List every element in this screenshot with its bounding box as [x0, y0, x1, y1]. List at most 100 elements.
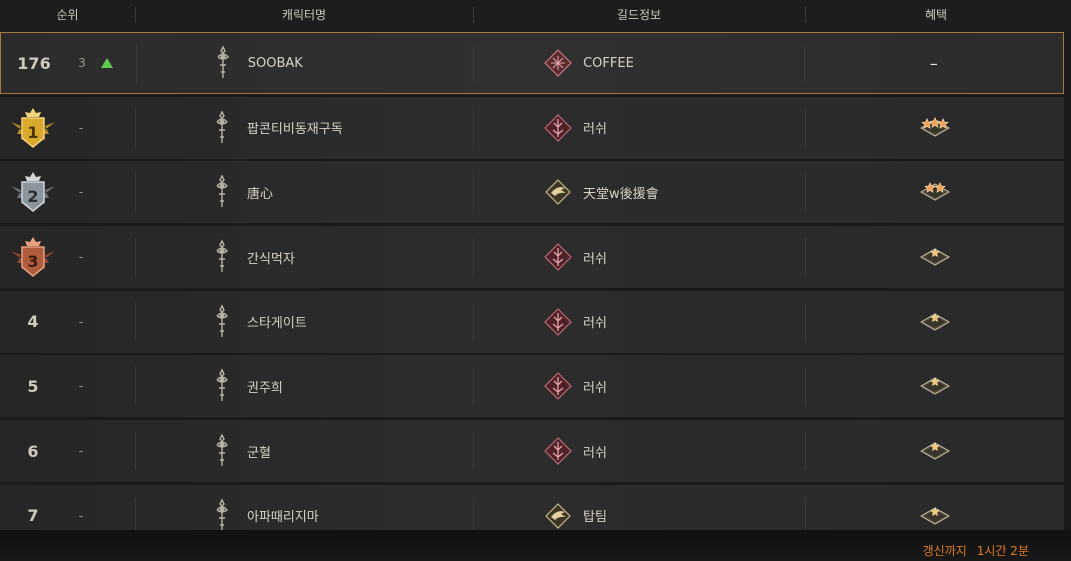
- guild-emblem-icon: [545, 179, 571, 206]
- guild-name: 러쉬: [583, 380, 607, 396]
- rank-change: -: [78, 185, 84, 200]
- benefit-cell: [805, 291, 1064, 353]
- character-name: 스타게이트: [247, 316, 307, 332]
- benefit-stars-icon: [919, 502, 951, 530]
- rank-cell: 4 -: [0, 291, 135, 353]
- guild-name: 러쉬: [583, 122, 607, 138]
- benefit-stars-icon: [919, 114, 951, 142]
- rank-change: -: [78, 444, 84, 459]
- class-icon: [211, 110, 233, 146]
- footer: 갱신까지 1시간 2분: [0, 530, 1071, 561]
- benefit-cell: [805, 97, 1064, 159]
- rank-up-arrow-icon: [101, 58, 113, 68]
- ranking-row[interactable]: 6 - 군혈 러쉬: [0, 420, 1064, 483]
- guild-emblem-icon: [544, 307, 572, 336]
- benefit-stars-icon: [919, 308, 951, 336]
- rank-number: 176: [17, 53, 51, 73]
- character-name: 간식먹자: [247, 251, 295, 267]
- benefit-cell: [805, 355, 1064, 417]
- character-cell: 간식먹자: [135, 226, 473, 288]
- guild-emblem-icon: [545, 502, 571, 529]
- character-name: SOOBAK: [247, 55, 303, 71]
- rank-change: -: [78, 379, 84, 394]
- guild-name: 러쉬: [583, 445, 607, 461]
- benefit-stars-icon: [919, 437, 951, 465]
- ranking-row[interactable]: 4 - 스타게이트 러쉬: [0, 290, 1064, 353]
- header-benefit: 혜택: [805, 0, 1067, 30]
- benefit-stars-icon: [919, 243, 951, 271]
- class-icon: [211, 368, 233, 404]
- rank-cell: 1 -: [0, 97, 135, 159]
- header-character: 캐릭터명: [135, 0, 473, 30]
- guild-name: 러쉬: [583, 316, 607, 332]
- svg-text:3: 3: [27, 252, 38, 271]
- rank-cell: 6 -: [0, 420, 135, 482]
- benefit-cell: [805, 420, 1064, 482]
- refresh-timer: 갱신까지 1시간 2분: [913, 542, 1029, 559]
- benefit-cell: [805, 161, 1064, 223]
- rank-number: 7: [27, 506, 39, 526]
- class-icon: [211, 498, 233, 534]
- character-cell: 스타게이트: [135, 291, 473, 353]
- guild-cell: 러쉬: [473, 355, 805, 417]
- ranking-header: 순위 캐릭터명 길드정보 혜택: [0, 0, 1071, 30]
- rank-change: -: [78, 120, 84, 135]
- svg-text:1: 1: [27, 123, 38, 142]
- character-cell: SOOBAK: [135, 33, 473, 93]
- ranking-row[interactable]: 5 - 권주희 러쉬: [0, 355, 1064, 418]
- rank-number: 4: [27, 312, 39, 332]
- rank-change: -: [78, 314, 84, 329]
- silver-medal-icon: 2: [0, 168, 66, 216]
- class-icon: [211, 304, 233, 340]
- gold-medal-icon: 1: [0, 104, 66, 152]
- no-benefit: –: [929, 53, 938, 73]
- rank-cell: 5 -: [0, 355, 135, 417]
- guild-cell: COFFEE: [473, 33, 804, 93]
- character-cell: 군혈: [135, 420, 473, 482]
- guild-cell: 러쉬: [473, 226, 805, 288]
- rank-cell: 3 -: [0, 226, 135, 288]
- rank-change: -: [78, 508, 84, 523]
- refresh-time: 1시간 2분: [976, 544, 1029, 558]
- ranking-row[interactable]: 2 - 唐心 天堂w後援會: [0, 161, 1064, 224]
- guild-name: 러쉬: [583, 251, 607, 267]
- rank-change: 3: [78, 56, 86, 70]
- benefit-cell: –: [804, 33, 1063, 93]
- character-name: 아파때리지마: [247, 510, 319, 526]
- guild-emblem-icon: [544, 437, 572, 465]
- class-icon: [212, 45, 234, 81]
- guild-emblem-icon: [544, 243, 572, 271]
- guild-name: 탑팀: [583, 510, 607, 526]
- class-icon: [211, 239, 233, 275]
- header-guild: 길드정보: [473, 0, 805, 30]
- benefit-cell: [805, 226, 1064, 288]
- guild-name: COFFEE: [583, 55, 634, 71]
- guild-cell: 러쉬: [473, 97, 805, 159]
- scrollbar[interactable]: [1064, 30, 1071, 530]
- guild-cell: 러쉬: [473, 420, 805, 482]
- ranking-list: 176 3 SOOBAK COFFEE – 1 - 팝콘티비동재구독 러쉬 2 …: [0, 32, 1064, 550]
- guild-emblem-icon: [544, 49, 572, 77]
- benefit-stars-icon: [919, 178, 951, 206]
- benefit-stars-icon: [919, 372, 951, 400]
- ranking-row[interactable]: 3 - 간식먹자 러쉬: [0, 226, 1064, 289]
- bronze-medal-icon: 3: [0, 233, 66, 281]
- character-name: 唐心: [247, 186, 274, 202]
- class-icon: [211, 433, 233, 469]
- header-rank: 순위: [56, 8, 79, 22]
- character-name: 권주희: [247, 380, 283, 396]
- my-ranking-row[interactable]: 176 3 SOOBAK COFFEE –: [0, 32, 1064, 94]
- guild-cell: 天堂w後援會: [473, 161, 805, 223]
- character-name: 팝콘티비동재구독: [247, 122, 343, 138]
- class-icon: [211, 174, 233, 210]
- character-cell: 팝콘티비동재구독: [135, 97, 473, 159]
- ranking-row[interactable]: 1 - 팝콘티비동재구독 러쉬: [0, 96, 1064, 159]
- refresh-label: 갱신까지: [922, 544, 967, 558]
- rank-number: 6: [27, 441, 39, 461]
- guild-emblem-icon: [544, 372, 572, 401]
- rank-number: 5: [27, 376, 39, 396]
- guild-name: 天堂w後援會: [583, 186, 659, 202]
- guild-cell: 러쉬: [473, 291, 805, 353]
- rank-change: -: [78, 250, 84, 265]
- character-cell: 권주희: [135, 355, 473, 417]
